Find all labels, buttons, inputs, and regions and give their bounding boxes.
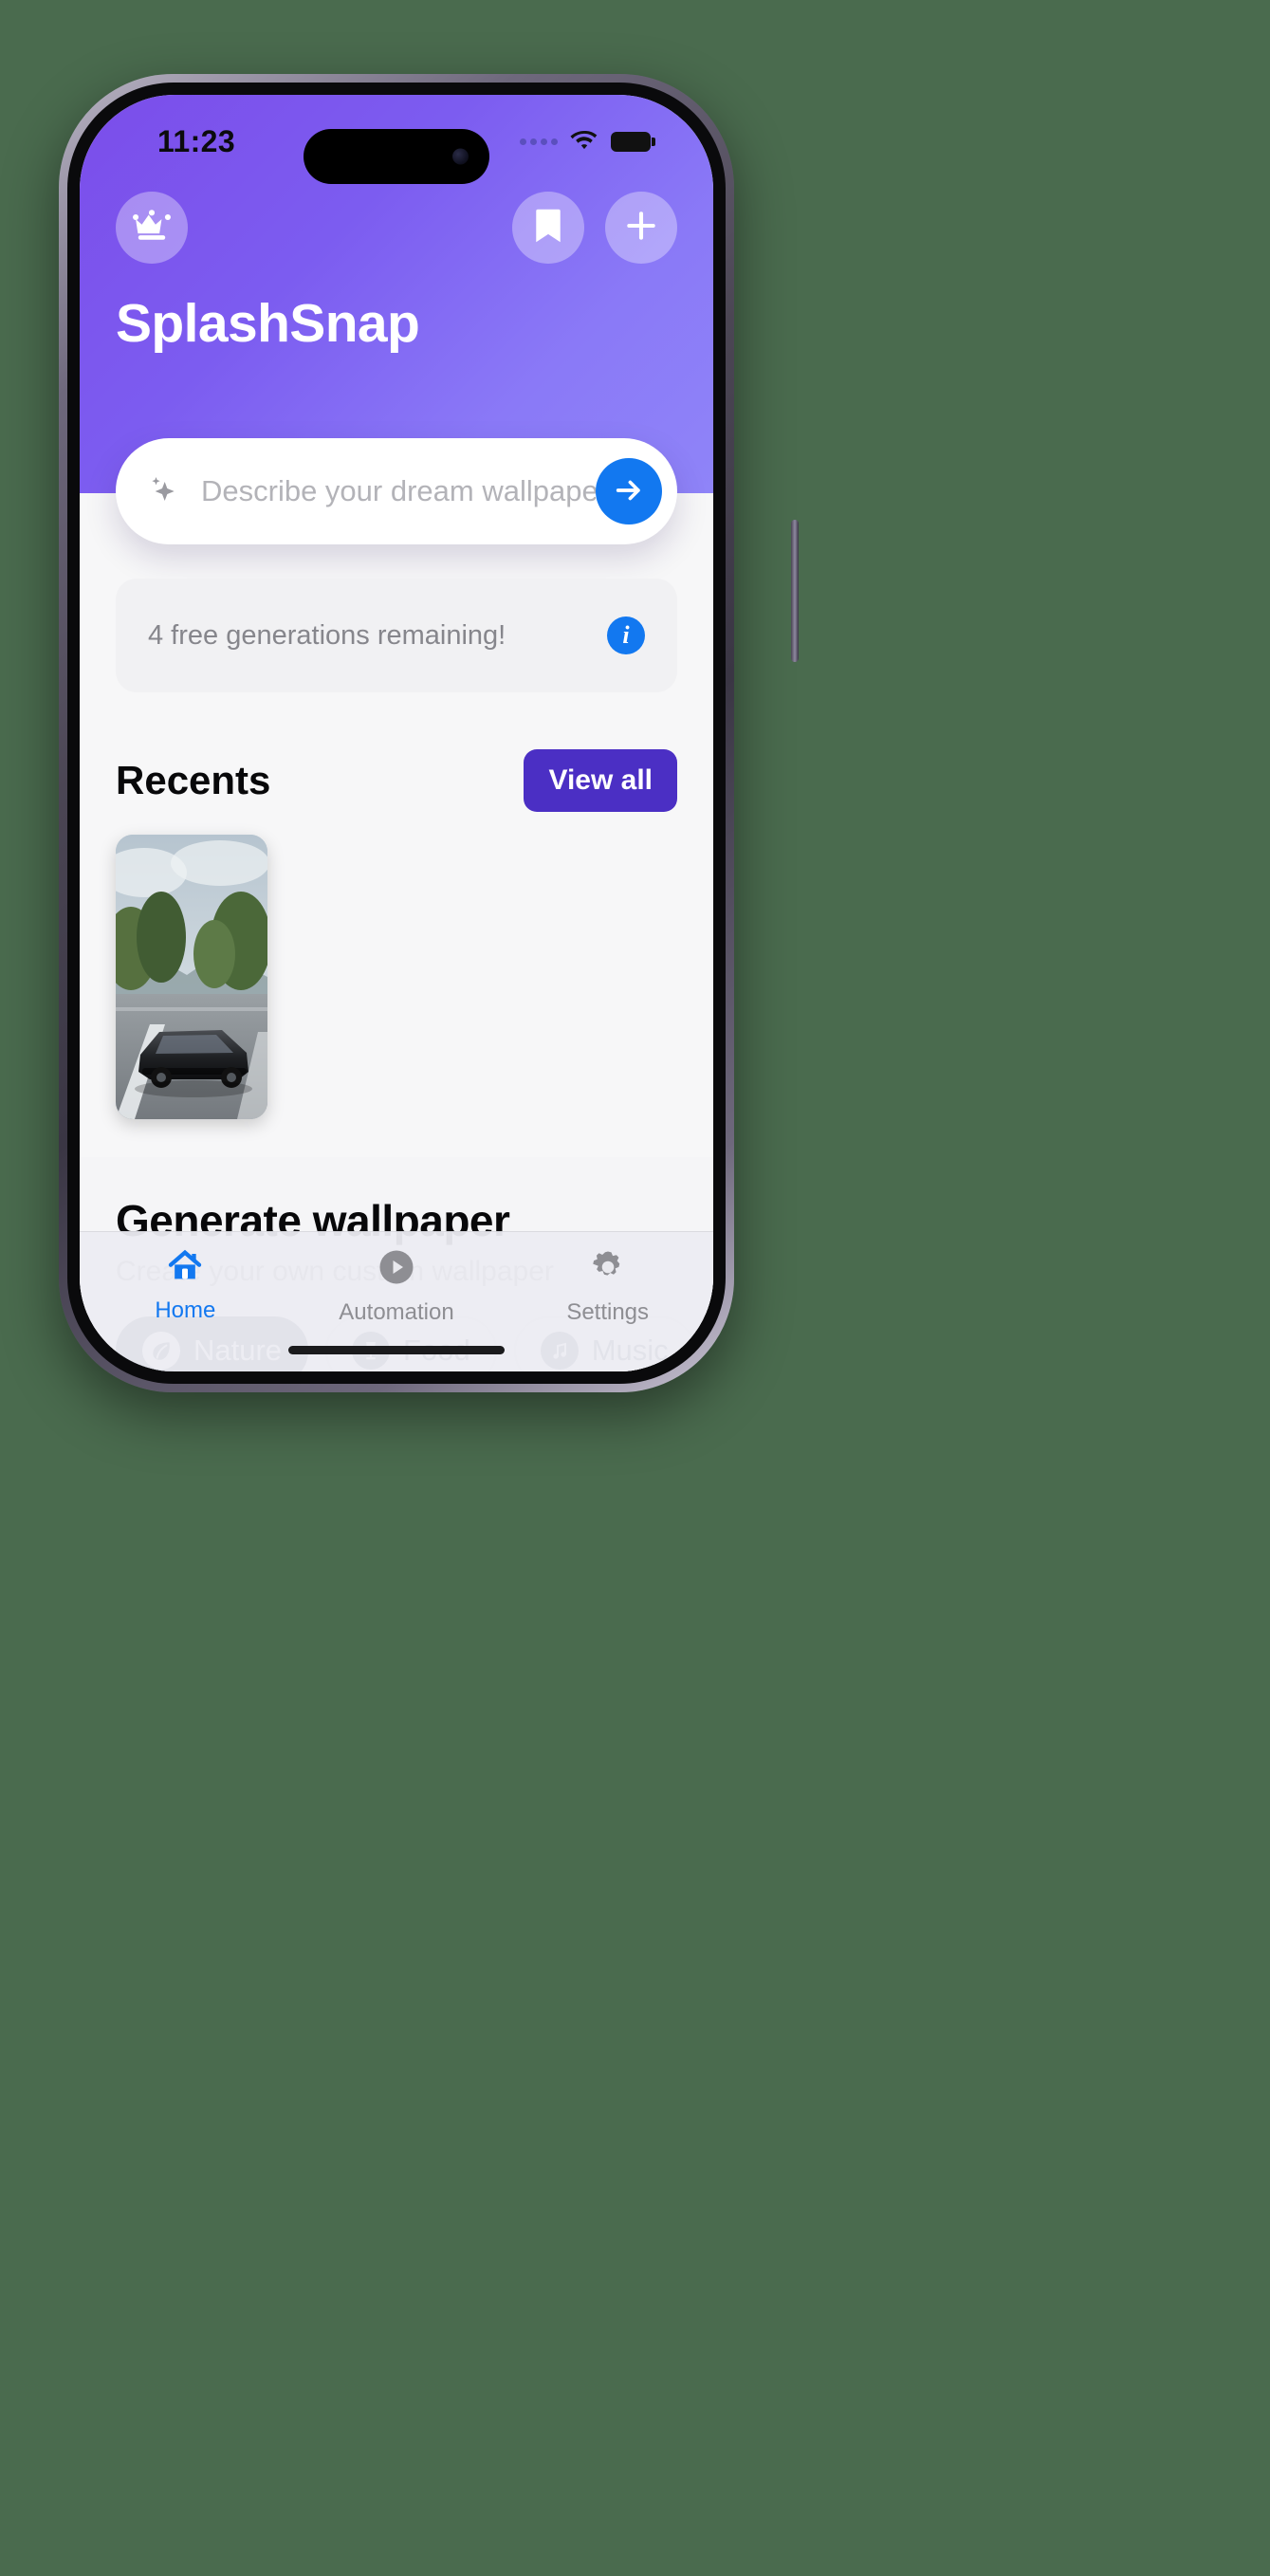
arrow-right-icon bbox=[613, 474, 645, 509]
premium-crown-button[interactable] bbox=[116, 192, 188, 264]
crown-icon bbox=[131, 209, 173, 248]
sparkle-icon bbox=[144, 472, 182, 510]
recent-wallpaper-thumbnail[interactable] bbox=[116, 835, 267, 1119]
tab-automation[interactable]: Automation bbox=[291, 1247, 503, 1326]
home-indicator[interactable] bbox=[288, 1346, 505, 1354]
prompt-bar-container bbox=[116, 438, 677, 544]
tab-label: Automation bbox=[339, 1299, 454, 1325]
recents-header: Recents View all bbox=[116, 749, 677, 812]
recents-list bbox=[116, 835, 267, 1119]
add-button[interactable] bbox=[605, 192, 677, 264]
info-icon[interactable]: i bbox=[607, 616, 645, 654]
front-camera-icon bbox=[452, 148, 469, 165]
bookmark-icon bbox=[534, 207, 562, 249]
tab-home[interactable]: Home bbox=[80, 1247, 291, 1324]
phone-screen: 11:23 SplashSnap Describe your dream wal… bbox=[80, 95, 713, 1371]
play-icon bbox=[377, 1247, 416, 1292]
bookmark-button[interactable] bbox=[512, 192, 584, 264]
generate-send-button[interactable] bbox=[596, 458, 662, 524]
status-bar-indicators bbox=[520, 130, 655, 152]
screenshot-stage: 11:23 SplashSnap Describe your dream wal… bbox=[0, 0, 1270, 2576]
free-generations-text: 4 free generations remaining! bbox=[148, 619, 506, 651]
phone-bezel: 11:23 SplashSnap Describe your dream wal… bbox=[67, 83, 726, 1384]
tab-settings[interactable]: Settings bbox=[502, 1247, 713, 1326]
app-title: SplashSnap bbox=[116, 293, 420, 354]
tab-label: Settings bbox=[566, 1299, 650, 1325]
phone-device-frame: 11:23 SplashSnap Describe your dream wal… bbox=[59, 74, 799, 1392]
status-bar-clock: 11:23 bbox=[157, 123, 236, 158]
prompt-input[interactable] bbox=[182, 474, 596, 508]
view-all-button[interactable]: View all bbox=[524, 749, 677, 812]
tab-label: Home bbox=[155, 1297, 216, 1323]
plus-icon bbox=[623, 208, 659, 248]
header-right-actions bbox=[512, 192, 677, 264]
wifi-icon bbox=[570, 130, 598, 152]
battery-icon bbox=[611, 131, 655, 152]
prompt-bar[interactable] bbox=[116, 438, 677, 544]
main-content: 4 free generations remaining! i Recents … bbox=[80, 438, 713, 1371]
home-icon bbox=[165, 1247, 205, 1290]
recents-title: Recents bbox=[116, 758, 271, 802]
cellular-dots-icon bbox=[520, 138, 558, 145]
free-generations-banner[interactable]: 4 free generations remaining! i bbox=[116, 579, 677, 692]
power-button[interactable] bbox=[791, 520, 799, 662]
gear-icon bbox=[588, 1247, 628, 1292]
dynamic-island bbox=[304, 129, 489, 184]
header-action-row bbox=[116, 192, 677, 264]
